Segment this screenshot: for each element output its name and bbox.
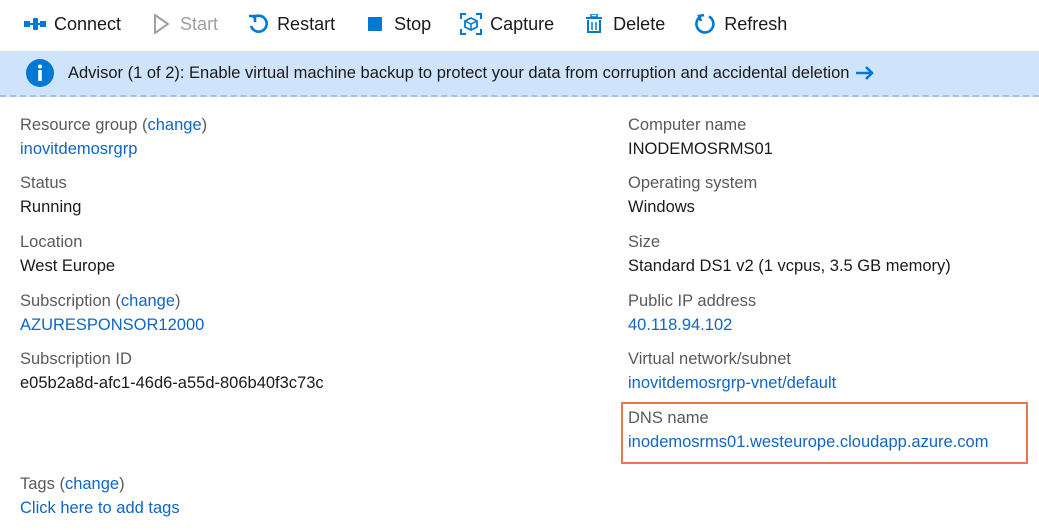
capture-label: Capture (490, 13, 555, 34)
operating-system-field: Operating system Windows (628, 172, 1038, 219)
virtual-network-label: Virtual network/subnet (628, 350, 791, 368)
virtual-network-value-link[interactable]: inovitdemosrgrp-vnet/default (628, 371, 1038, 395)
location-label: Location (20, 233, 83, 251)
refresh-icon (694, 13, 716, 35)
restart-icon (247, 13, 269, 35)
tags-label: Tags (20, 475, 55, 493)
size-value: Standard DS1 v2 (1 vcpus, 3.5 GB memory) (628, 257, 951, 275)
public-ip-field: Public IP address 40.118.94.102 (628, 290, 1038, 337)
resource-group-label: Resource group (20, 116, 138, 134)
status-field: Status Running (20, 172, 430, 219)
subscription-id-field: Subscription ID e05b2a8d-afc1-46d6-a55d-… (20, 348, 430, 395)
tags-field: Tags (change) Click here to add tags (20, 473, 430, 520)
virtual-network-field: Virtual network/subnet inovitdemosrgrp-v… (628, 348, 1038, 395)
resource-group-value-link[interactable]: inovitdemosrgrp (20, 137, 430, 161)
resource-group-field: Resource group (change) inovitdemosrgrp (20, 114, 430, 161)
resource-group-label-row: Resource group (change) (20, 114, 430, 136)
arrow-right-icon[interactable] (855, 65, 875, 81)
connect-icon (24, 13, 46, 35)
resource-group-paren-close: ) (201, 116, 208, 134)
dns-name-value-link[interactable]: inodemosrms01.westeurope.cloudapp.azure.… (628, 430, 1038, 454)
tags-label-row: Tags (change) (20, 473, 430, 495)
tags-change-link[interactable]: change (65, 475, 119, 493)
computer-name-value: INODEMOSRMS01 (628, 140, 773, 158)
stop-icon (364, 13, 386, 35)
public-ip-label: Public IP address (628, 292, 757, 310)
refresh-label: Refresh (724, 13, 788, 34)
stop-button[interactable]: Stop (364, 0, 431, 48)
start-icon (150, 13, 172, 35)
connect-button[interactable]: Connect (24, 0, 121, 48)
dns-name-field: DNS name inodemosrms01.westeurope.clouda… (628, 407, 1038, 454)
subscription-label-row: Subscription (change) (20, 290, 430, 312)
operating-system-value: Windows (628, 198, 695, 216)
subscription-paren-open: ( (110, 292, 121, 310)
location-value: West Europe (20, 257, 116, 275)
subscription-id-label: Subscription ID (20, 350, 132, 368)
restart-label: Restart (277, 13, 336, 34)
subscription-paren-close: ) (175, 292, 181, 310)
add-tags-link[interactable]: Click here to add tags (20, 496, 430, 520)
delete-icon (583, 13, 605, 35)
subscription-value-link[interactable]: AZURESPONSOR12000 (20, 313, 430, 337)
status-label: Status (20, 174, 67, 192)
delete-label: Delete (613, 13, 666, 34)
location-field: Location West Europe (20, 231, 430, 278)
capture-button[interactable]: Capture (460, 0, 554, 48)
start-label: Start (180, 13, 219, 34)
computer-name-label: Computer name (628, 116, 747, 134)
refresh-button[interactable]: Refresh (694, 0, 787, 48)
stop-label: Stop (394, 13, 432, 34)
subscription-change-link[interactable]: change (121, 292, 175, 310)
connect-label: Connect (54, 13, 122, 34)
computer-name-field: Computer name INODEMOSRMS01 (628, 114, 1038, 161)
tags-paren-close: ) (119, 475, 125, 493)
info-icon (26, 59, 54, 87)
delete-button[interactable]: Delete (583, 0, 665, 48)
subscription-id-value: e05b2a8d-afc1-46d6-a55d-806b40f3c73c (20, 374, 324, 392)
public-ip-value-link[interactable]: 40.118.94.102 (628, 313, 1038, 337)
resource-group-change-link[interactable]: change (148, 116, 202, 134)
size-label: Size (628, 233, 661, 251)
start-button[interactable]: Start (150, 0, 218, 48)
advisor-banner[interactable]: Advisor (1 of 2): Enable virtual machine… (0, 51, 1039, 97)
subscription-field: Subscription (change) AZURESPONSOR12000 (20, 290, 430, 337)
tags-paren-open: ( (54, 475, 65, 493)
capture-icon (460, 13, 483, 35)
size-field: Size Standard DS1 v2 (1 vcpus, 3.5 GB me… (628, 231, 1038, 278)
resource-group-paren-open: ( (137, 116, 148, 134)
advisor-message: Advisor (1 of 2): Enable virtual machine… (68, 63, 850, 82)
operating-system-label: Operating system (628, 174, 758, 192)
restart-button[interactable]: Restart (247, 0, 335, 48)
command-bar: Connect Start Restart Stop Capture Delet… (0, 0, 1039, 48)
status-value: Running (20, 198, 82, 216)
dns-name-label: DNS name (628, 409, 709, 427)
subscription-label: Subscription (20, 292, 111, 310)
